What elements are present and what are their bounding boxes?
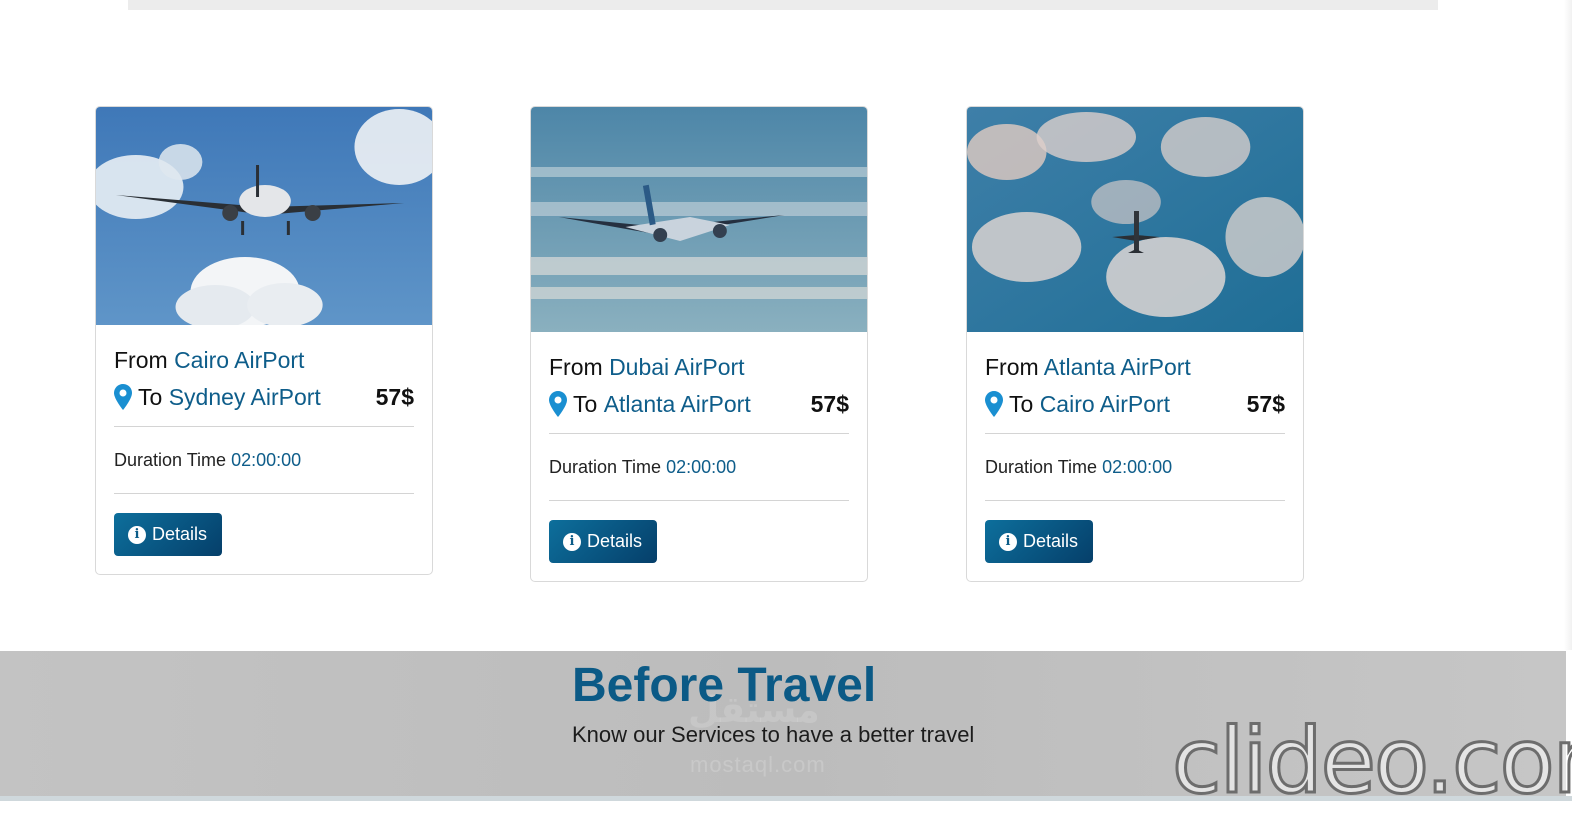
from-line: From Atlanta AirPort xyxy=(985,352,1285,382)
location-pin-icon xyxy=(985,391,1003,417)
price: 57$ xyxy=(810,391,849,417)
duration-value: 02:00:00 xyxy=(1102,457,1173,477)
from-line: From Cairo AirPort xyxy=(114,345,414,375)
from-prefix: From xyxy=(114,347,168,373)
price: 57$ xyxy=(1246,391,1285,417)
section-title: Before Travel xyxy=(572,659,877,712)
top-bar xyxy=(128,0,1438,10)
from-line: From Dubai AirPort xyxy=(549,352,849,382)
to-airport: Cairo AirPort xyxy=(1039,391,1171,417)
airplane-photo xyxy=(967,107,1303,332)
info-circle-icon: i xyxy=(999,532,1017,551)
flight-card: From Cairo AirPort To Sydney AirPort 57$… xyxy=(95,106,433,575)
details-label: Details xyxy=(152,524,208,544)
duration-label: Duration Time xyxy=(985,457,1098,477)
info-circle-icon: i xyxy=(563,532,581,551)
mostaql-watermark: mostaql.com xyxy=(690,752,826,777)
details-button[interactable]: i Details xyxy=(114,513,223,556)
divider xyxy=(549,500,849,501)
duration: Duration Time 02:00:00 xyxy=(549,456,849,478)
to-prefix: To xyxy=(138,384,163,410)
flight-image xyxy=(531,107,867,332)
to-airport: Sydney AirPort xyxy=(168,384,321,410)
duration-value: 02:00:00 xyxy=(666,457,737,477)
flight-image xyxy=(967,107,1303,332)
details-button[interactable]: i Details xyxy=(985,520,1094,563)
divider xyxy=(114,493,414,494)
flight-image xyxy=(96,107,432,325)
flight-card: From Dubai AirPort To Atlanta AirPort 57… xyxy=(530,106,868,582)
section-subtitle: Know our Services to have a better trave… xyxy=(572,722,975,747)
airplane-photo xyxy=(531,107,867,332)
divider xyxy=(985,500,1285,501)
from-prefix: From xyxy=(549,354,603,380)
duration: Duration Time 02:00:00 xyxy=(114,449,414,471)
info-circle-icon: i xyxy=(128,525,146,544)
location-pin-icon xyxy=(114,384,132,410)
divider xyxy=(549,433,849,434)
airplane-photo xyxy=(96,107,432,325)
to-row: To Atlanta AirPort 57$ xyxy=(549,389,849,419)
duration: Duration Time 02:00:00 xyxy=(985,456,1285,478)
location-pin-icon xyxy=(549,391,567,417)
from-airport: Atlanta AirPort xyxy=(1043,354,1191,380)
divider xyxy=(114,426,414,427)
from-prefix: From xyxy=(985,354,1039,380)
details-button[interactable]: i Details xyxy=(549,520,658,563)
details-label: Details xyxy=(587,531,643,551)
bottom-strip xyxy=(0,796,1572,801)
flight-card: From Atlanta AirPort To Cairo AirPort 57… xyxy=(966,106,1304,582)
divider xyxy=(985,433,1285,434)
duration-label: Duration Time xyxy=(114,450,227,470)
duration-label: Duration Time xyxy=(549,457,662,477)
to-prefix: To xyxy=(1009,391,1034,417)
to-prefix: To xyxy=(573,391,598,417)
price: 57$ xyxy=(375,384,414,410)
to-airport: Atlanta AirPort xyxy=(603,391,751,417)
details-label: Details xyxy=(1023,531,1079,551)
from-airport: Dubai AirPort xyxy=(609,354,745,380)
to-row: To Sydney AirPort 57$ xyxy=(114,382,414,412)
from-airport: Cairo AirPort xyxy=(174,347,305,373)
duration-value: 02:00:00 xyxy=(231,450,302,470)
to-row: To Cairo AirPort 57$ xyxy=(985,389,1285,419)
page-edge xyxy=(1564,0,1572,650)
